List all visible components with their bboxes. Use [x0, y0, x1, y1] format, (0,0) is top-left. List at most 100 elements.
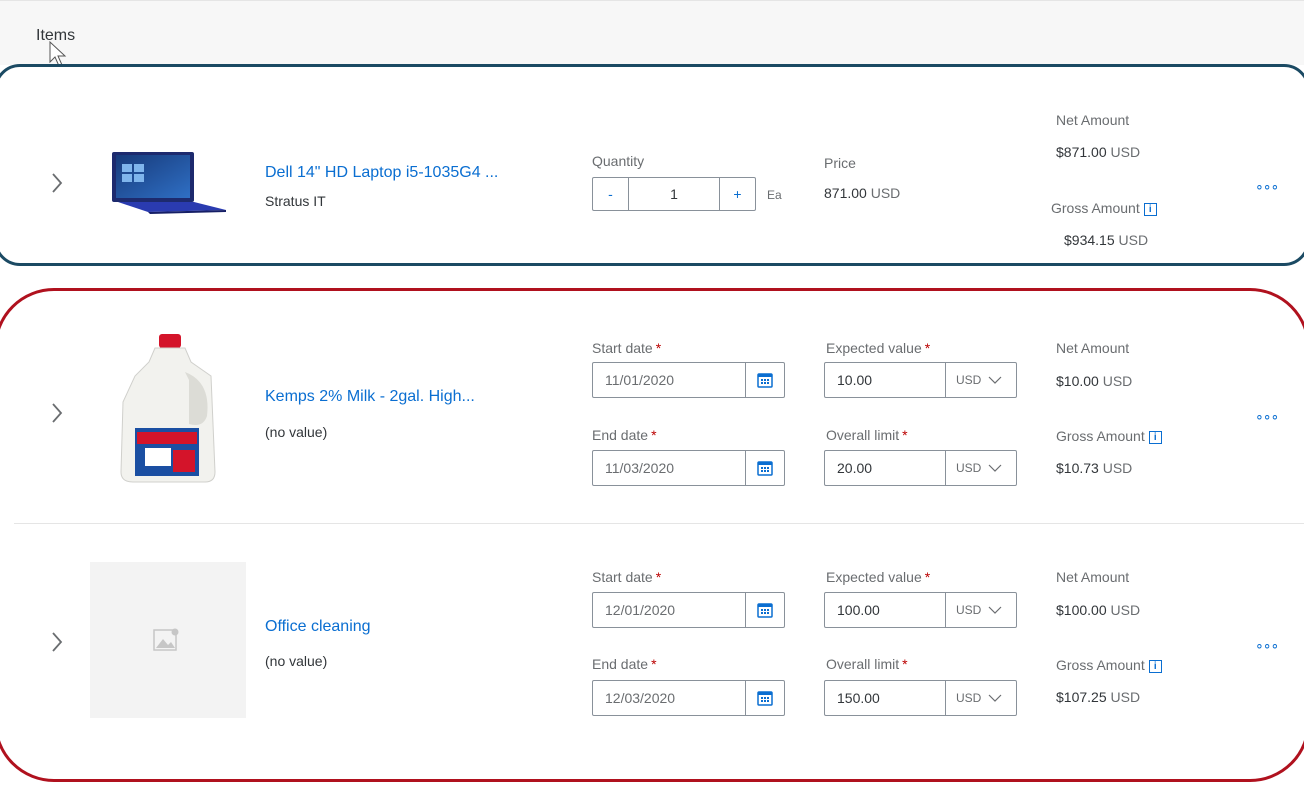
- required-marker: *: [924, 340, 931, 356]
- price-label: Price: [824, 155, 856, 171]
- chevron-right-icon[interactable]: [50, 172, 64, 193]
- required-marker: *: [902, 427, 908, 443]
- item-name-link[interactable]: Office cleaning: [265, 618, 371, 636]
- start-date-input[interactable]: 12/01/2020: [593, 593, 745, 627]
- chevron-right-icon[interactable]: [50, 631, 64, 652]
- gross-amount-label-text: Gross Amount: [1056, 657, 1145, 673]
- chevron-down-icon: [988, 464, 1002, 472]
- required-marker: *: [655, 340, 662, 356]
- overall-limit-label-text: Overall limit: [826, 427, 900, 443]
- net-amount-label: Net Amount: [1056, 340, 1130, 356]
- end-date-label-text: End date: [592, 656, 649, 672]
- gross-currency: USD: [1102, 460, 1133, 476]
- net-currency: USD: [1102, 373, 1133, 389]
- currency-select[interactable]: USD: [946, 593, 1016, 627]
- expected-value-input[interactable]: 100.00: [825, 593, 946, 627]
- gross-currency: USD: [1110, 689, 1141, 705]
- required-marker: *: [651, 427, 657, 443]
- gross-amount: $10.73: [1056, 460, 1099, 476]
- overall-limit-label-text: Overall limit: [826, 656, 900, 672]
- gross-amount: $107.25: [1056, 689, 1107, 705]
- end-date-input[interactable]: 12/03/2020: [593, 681, 745, 715]
- start-date-picker[interactable]: 11/01/2020: [592, 362, 785, 398]
- end-date-picker[interactable]: 12/03/2020: [592, 680, 785, 716]
- start-date-input[interactable]: 11/01/2020: [593, 363, 745, 397]
- increment-button[interactable]: +: [719, 178, 755, 210]
- currency-select[interactable]: USD: [946, 681, 1016, 715]
- gross-amount-label: Gross Amount i: [1051, 200, 1157, 216]
- gross-amount-label-text: Gross Amount: [1056, 428, 1145, 444]
- price-value: 871.00 USD: [824, 185, 900, 201]
- calendar-icon[interactable]: [745, 681, 784, 715]
- start-date-picker[interactable]: 12/01/2020: [592, 592, 785, 628]
- net-amount: $871.00: [1056, 144, 1107, 160]
- currency-value: USD: [956, 461, 982, 475]
- chevron-right-icon[interactable]: [50, 402, 64, 423]
- calendar-icon[interactable]: [745, 363, 784, 397]
- expected-value-label: Expected value *: [826, 569, 930, 585]
- overall-limit-field: 150.00 USD: [824, 680, 1017, 716]
- unit-label: Ea: [767, 188, 782, 202]
- net-currency: USD: [1110, 144, 1141, 160]
- gross-amount-label-text: Gross Amount: [1051, 200, 1140, 216]
- row-divider: [14, 523, 1304, 524]
- currency-select[interactable]: USD: [946, 363, 1016, 397]
- milk-jug-image: [120, 334, 216, 483]
- laptop-image: [112, 152, 226, 214]
- overall-limit-input[interactable]: 20.00: [825, 451, 946, 485]
- end-date-label: End date *: [592, 656, 657, 672]
- end-date-label-text: End date: [592, 427, 649, 443]
- net-amount-value: $100.00 USD: [1056, 602, 1140, 618]
- decrement-button[interactable]: -: [593, 178, 629, 210]
- quantity-stepper: - 1 +: [592, 177, 756, 211]
- end-date-picker[interactable]: 11/03/2020: [592, 450, 785, 486]
- chevron-down-icon: [988, 376, 1002, 384]
- info-icon[interactable]: i: [1143, 203, 1157, 216]
- quantity-input[interactable]: 1: [629, 178, 719, 210]
- gross-amount-value: $107.25 USD: [1056, 689, 1140, 705]
- more-options-icon[interactable]: ∘∘∘: [1255, 178, 1279, 195]
- price-currency: USD: [870, 185, 901, 201]
- calendar-icon[interactable]: [745, 593, 784, 627]
- overall-limit-label: Overall limit *: [826, 427, 908, 443]
- expected-value-label-text: Expected value: [826, 569, 922, 585]
- end-date-input[interactable]: 11/03/2020: [593, 451, 745, 485]
- price-amount: 871.00: [824, 185, 867, 201]
- quantity-label: Quantity: [592, 153, 645, 169]
- more-options-icon[interactable]: ∘∘∘: [1255, 408, 1279, 425]
- item-name-link[interactable]: Kemps 2% Milk - 2gal. High...: [265, 388, 475, 406]
- net-amount: $10.00: [1056, 373, 1099, 389]
- chevron-down-icon: [988, 606, 1002, 614]
- net-amount-label: Net Amount: [1056, 569, 1130, 585]
- net-amount-label: Net Amount: [1056, 112, 1130, 128]
- image-placeholder-icon: [153, 628, 179, 651]
- overall-limit-label: Overall limit *: [826, 656, 908, 672]
- info-icon[interactable]: i: [1148, 660, 1162, 673]
- currency-select[interactable]: USD: [946, 451, 1016, 485]
- info-icon[interactable]: i: [1148, 431, 1162, 444]
- expected-value-label: Expected value *: [826, 340, 930, 356]
- expected-value-input[interactable]: 10.00: [825, 363, 946, 397]
- net-currency: USD: [1110, 602, 1141, 618]
- required-marker: *: [924, 569, 931, 585]
- currency-value: USD: [956, 603, 982, 617]
- currency-value: USD: [956, 373, 982, 387]
- overall-limit-input[interactable]: 150.00: [825, 681, 946, 715]
- start-date-label: Start date *: [592, 569, 661, 585]
- gross-amount-label: Gross Amount i: [1056, 657, 1162, 673]
- start-date-label: Start date *: [592, 340, 661, 356]
- calendar-icon[interactable]: [745, 451, 784, 485]
- item-name-link[interactable]: Dell 14" HD Laptop i5-1035G4 ...: [265, 164, 498, 182]
- expected-value-field: 100.00 USD: [824, 592, 1017, 628]
- net-amount-value: $10.00 USD: [1056, 373, 1132, 389]
- chevron-down-icon: [988, 694, 1002, 702]
- image-placeholder: [90, 562, 246, 718]
- required-marker: *: [902, 656, 908, 672]
- items-header: Items: [0, 0, 1304, 65]
- start-date-label-text: Start date: [592, 569, 653, 585]
- more-options-icon[interactable]: ∘∘∘: [1255, 637, 1279, 654]
- net-amount: $100.00: [1056, 602, 1107, 618]
- required-marker: *: [651, 656, 657, 672]
- supplier-name: (no value): [265, 653, 328, 669]
- expected-value-field: 10.00 USD: [824, 362, 1017, 398]
